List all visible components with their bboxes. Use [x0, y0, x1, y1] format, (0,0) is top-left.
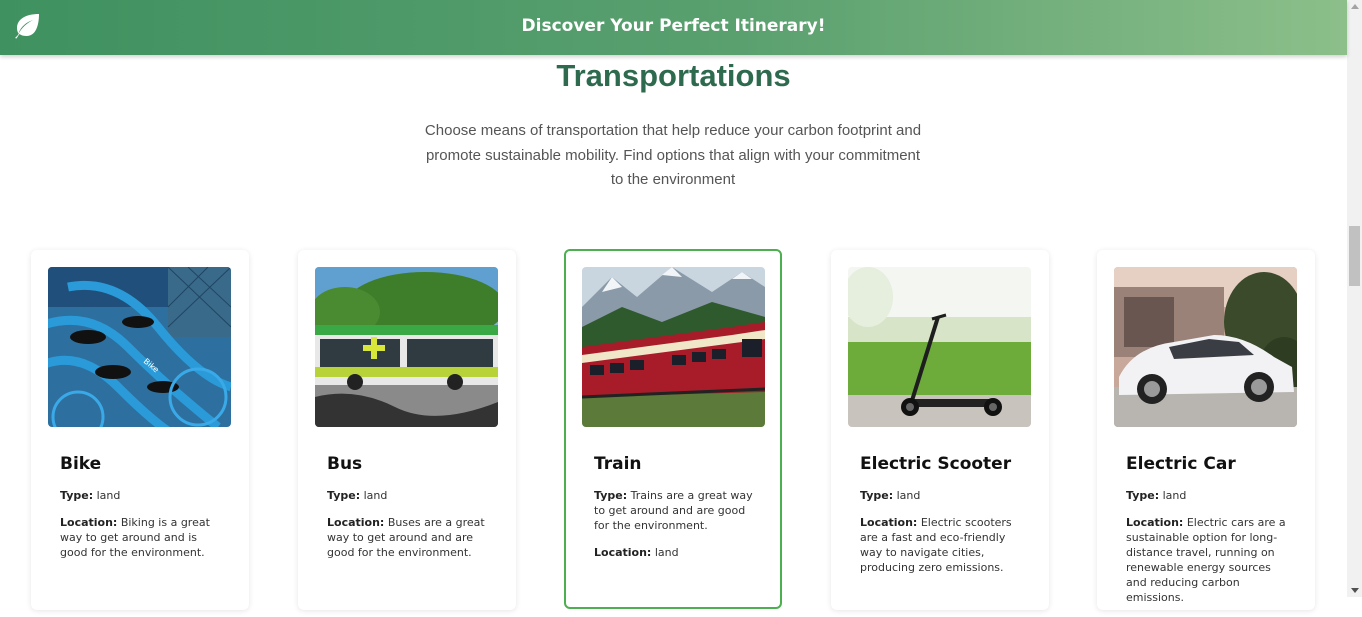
location-label: Location:: [1126, 516, 1184, 529]
card-details: Type: land Location: Buses are a great w…: [327, 488, 492, 572]
transport-card-bike[interactable]: Bike Bike Type: land Location: Biking is…: [31, 250, 249, 610]
vertical-scrollbar[interactable]: [1347, 0, 1362, 597]
card-type-value: land: [1162, 489, 1187, 502]
card-details: Type: Trains are a great way to get arou…: [594, 488, 759, 572]
transport-card-electric-scooter[interactable]: Electric Scooter Type: land Location: El…: [831, 250, 1049, 610]
transport-card-train[interactable]: Train Type: Trains are a great way to ge…: [564, 249, 782, 609]
header-bar: Discover Your Perfect Itinerary!: [0, 0, 1347, 55]
green-bus-photo: [315, 267, 498, 427]
card-location-value: land: [654, 546, 679, 559]
location-label: Location:: [594, 546, 652, 559]
card-location-value: Electric cars are a sustainable option f…: [1126, 516, 1286, 604]
scrollbar-thumb[interactable]: [1349, 226, 1360, 286]
card-details: Type: land Location: Electric scooters a…: [860, 488, 1025, 587]
blue-bikes-photo: Bike: [48, 267, 231, 427]
card-title: Bike: [60, 454, 102, 474]
card-title: Electric Scooter: [860, 454, 1012, 474]
card-details: Type: land Location: Electric cars are a…: [1126, 488, 1291, 617]
card-title: Bus: [327, 454, 363, 474]
card-title: Train: [594, 454, 642, 474]
type-label: Type:: [860, 489, 894, 502]
card-type-value: land: [96, 489, 121, 502]
location-label: Location:: [60, 516, 118, 529]
location-label: Location:: [860, 516, 918, 529]
header-title: Discover Your Perfect Itinerary!: [521, 16, 826, 36]
scroll-up-arrow-icon[interactable]: [1351, 4, 1359, 9]
card-details: Type: land Location: Biking is a great w…: [60, 488, 225, 572]
type-label: Type:: [60, 489, 94, 502]
type-label: Type:: [1126, 489, 1160, 502]
type-label: Type:: [327, 489, 361, 502]
page-title: Transportations: [556, 58, 791, 93]
scroll-down-arrow-icon[interactable]: [1351, 588, 1359, 593]
scooter-photo: [848, 267, 1031, 427]
card-type-value: land: [363, 489, 388, 502]
red-train-photo: [582, 267, 765, 427]
transport-card-bus[interactable]: Bus Type: land Location: Buses are a gre…: [298, 250, 516, 610]
card-type-value: land: [896, 489, 921, 502]
card-title: Electric Car: [1126, 454, 1236, 474]
transport-card-electric-car[interactable]: Electric Car Type: land Location: Electr…: [1097, 250, 1315, 610]
white-car-photo: [1114, 267, 1297, 427]
location-label: Location:: [327, 516, 385, 529]
intro-text: Choose means of transportation that help…: [424, 122, 922, 188]
type-label: Type:: [594, 489, 628, 502]
